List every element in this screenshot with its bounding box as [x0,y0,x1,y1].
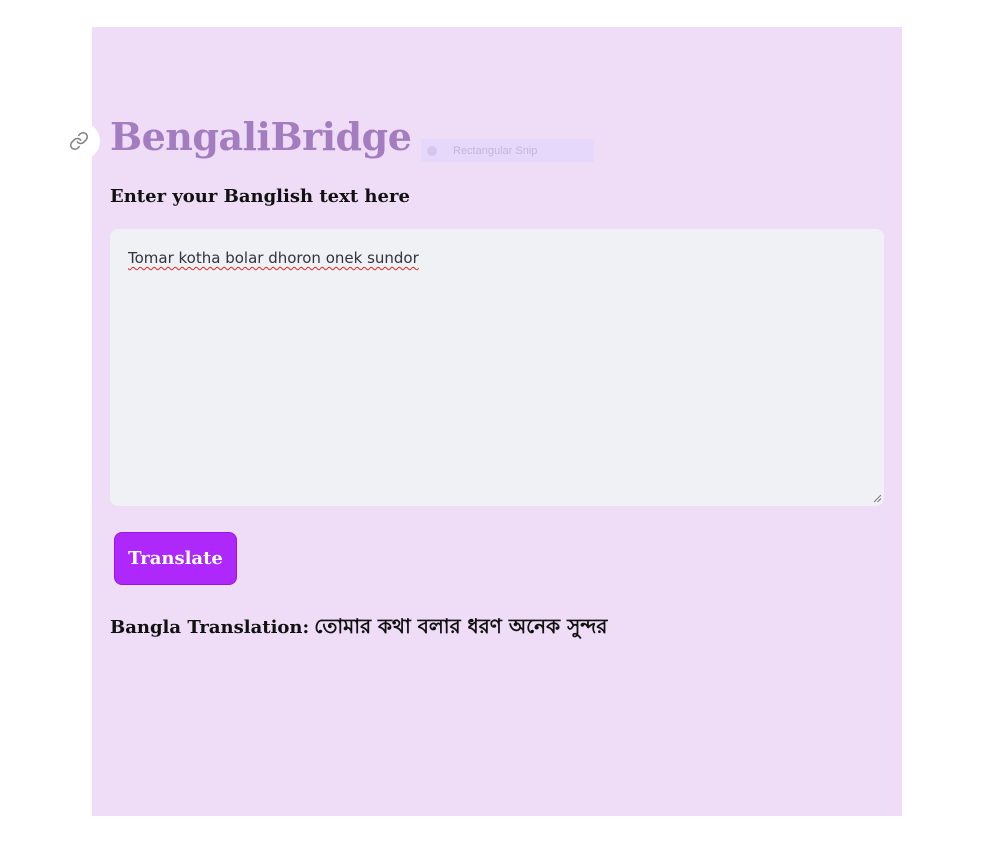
translation-result: Bangla Translation: তোমার কথা বলার ধরণ অ… [110,612,607,645]
rectangular-snip-overlay: Rectangular Snip [421,139,594,162]
resize-grip-icon[interactable] [873,494,882,503]
page-title: BengaliBridge [110,114,412,159]
translate-button[interactable]: Translate [114,532,237,585]
snip-icon [427,145,437,156]
link-icon [69,131,89,151]
header-anchor-link[interactable] [58,122,100,160]
input-label: Enter your Banglish text here [110,186,410,207]
banglish-text-input[interactable]: Tomar kotha bolar dhoron onek sundor [110,229,884,506]
translation-output: তোমার কথা বলার ধরণ অনেক সুন্দর [314,614,608,638]
snip-label: Rectangular Snip [453,144,538,157]
translation-label: Bangla Translation: [110,617,310,638]
